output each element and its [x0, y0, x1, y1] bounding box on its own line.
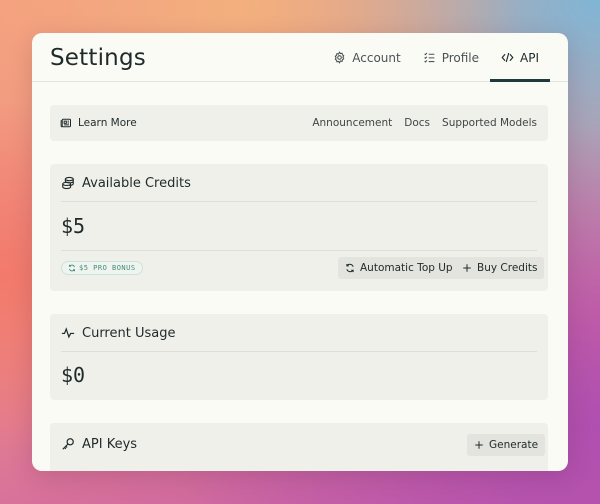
refresh-icon — [69, 264, 75, 272]
tab-api-label: API — [520, 50, 539, 65]
automatic-top-up-button[interactable]: Automatic Top Up — [338, 257, 460, 279]
current-usage-card: Current Usage $0 — [50, 314, 548, 400]
learn-more-bar: Learn More Announcement Docs Supported M… — [50, 105, 548, 141]
activity-icon — [61, 327, 75, 339]
api-keys-title: API Keys — [82, 436, 138, 452]
learn-more-link[interactable]: Learn More — [60, 105, 137, 141]
tab-account[interactable]: Account — [322, 33, 411, 82]
coins-icon — [62, 176, 74, 190]
api-keys-heading: API Keys — [61, 423, 137, 465]
credits-divider-top — [61, 201, 537, 202]
refresh-icon — [346, 263, 354, 273]
usage-divider — [61, 351, 537, 352]
key-icon — [62, 438, 74, 450]
settings-header: Settings Account Profile API — [32, 33, 568, 82]
plus-icon — [475, 441, 483, 449]
code-icon — [501, 52, 514, 63]
credits-heading: Available Credits — [61, 164, 191, 202]
learn-more-label: Learn More — [78, 117, 137, 129]
credits-divider-bottom — [61, 250, 537, 251]
settings-panel: Settings Account Profile API Learn More … — [32, 33, 568, 471]
tab-bar: Account Profile API — [322, 33, 550, 82]
api-keys-card: API Keys Generate — [50, 423, 548, 471]
tab-api[interactable]: API — [490, 33, 550, 82]
list-check-icon — [423, 52, 435, 63]
learn-nav: Announcement Docs Supported Models — [312, 105, 537, 141]
pro-bonus-badge: $5 PRO BONUS — [61, 261, 143, 275]
generate-label: Generate — [489, 439, 539, 451]
supported-models-link[interactable]: Supported Models — [442, 117, 537, 129]
buy-credits-label: Buy Credits — [477, 262, 538, 274]
credits-amount: $5 — [61, 214, 86, 238]
tab-profile[interactable]: Profile — [412, 33, 490, 82]
credits-title: Available Credits — [82, 175, 191, 191]
generate-key-button[interactable]: Generate — [467, 434, 546, 456]
usage-title: Current Usage — [82, 325, 176, 341]
gear-icon — [334, 51, 345, 64]
announcement-link[interactable]: Announcement — [312, 117, 392, 129]
plus-icon — [463, 264, 471, 272]
docs-link[interactable]: Docs — [404, 117, 430, 129]
tab-account-label: Account — [352, 50, 401, 65]
automatic-top-up-label: Automatic Top Up — [360, 262, 453, 274]
pro-bonus-label: $5 PRO BONUS — [79, 264, 136, 272]
buy-credits-button[interactable]: Buy Credits — [455, 257, 545, 279]
usage-amount: $0 — [61, 363, 86, 387]
available-credits-card: Available Credits $5 $5 PRO BONUS Automa… — [50, 164, 548, 291]
tab-profile-label: Profile — [441, 50, 480, 65]
usage-heading: Current Usage — [61, 314, 175, 352]
newspaper-icon — [60, 118, 71, 128]
page-title: Settings — [50, 45, 146, 71]
